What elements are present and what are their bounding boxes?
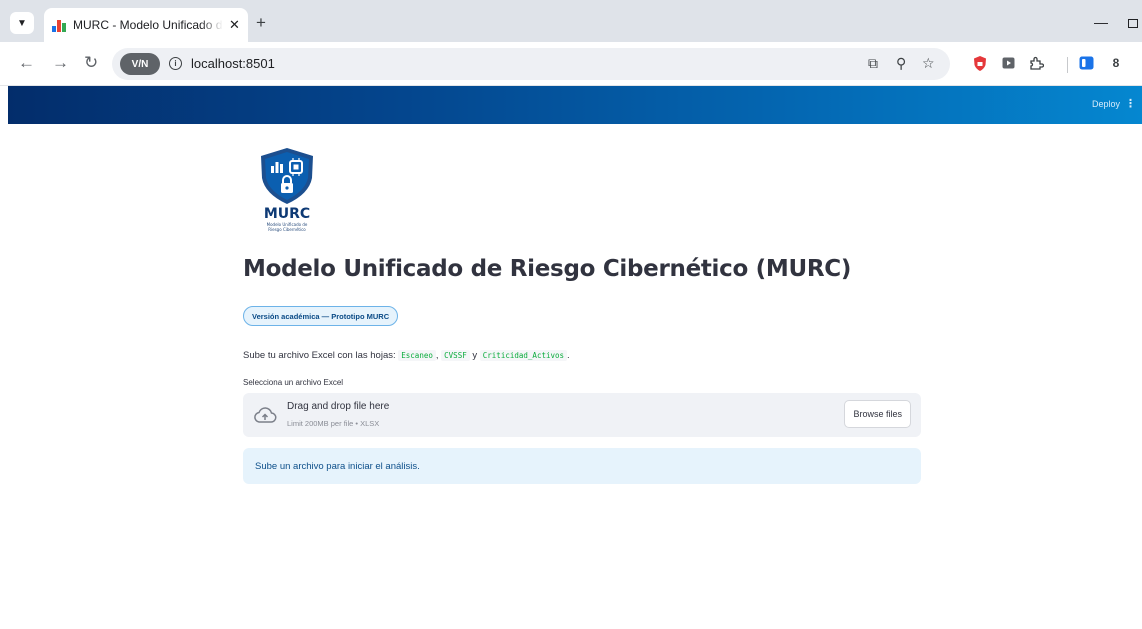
instructions-prefix: Sube tu archivo Excel con las hojas: [243, 350, 396, 361]
browser-tab-active[interactable]: MURC - Modelo Unificado de Riesgo Cibern… [44, 8, 248, 42]
deploy-button[interactable]: Deploy [1092, 99, 1120, 109]
toolbar-divider [1067, 57, 1068, 73]
file-uploader-label: Selecciona un archivo Excel [243, 378, 344, 387]
sheet-name-cvssf: CVSSF [441, 350, 470, 361]
file-dropzone[interactable]: Drag and drop file here Limit 200MB per … [243, 393, 921, 437]
extensions-puzzle-icon[interactable] [1028, 55, 1044, 71]
tab-title: MURC - Modelo Unificado de Riesgo Cibern… [73, 18, 223, 32]
reload-icon[interactable]: ↻ [84, 54, 98, 71]
sheet-name-criticidad: Criticidad_Activos [479, 350, 568, 361]
tab-close-icon[interactable]: ✕ [229, 17, 240, 33]
version-badge: Versión académica — Prototipo MURC [243, 306, 399, 326]
instructions-separator: , [435, 350, 439, 361]
murc-logo: MURC Modelo Unificado de Riesgo Cibernét… [255, 146, 319, 236]
new-tab-button[interactable]: + [256, 14, 266, 31]
page-title: Modelo Unificado de Riesgo Cibernético (… [243, 256, 852, 282]
instructions-suffix: . [567, 350, 570, 361]
back-arrow-icon[interactable]: ← [18, 54, 35, 71]
media-extension-icon[interactable] [1000, 55, 1016, 71]
browser-toolbar: ← → ↻ V/N i localhost:8501 ⧉ ⚲ ☆ 8 [0, 42, 1142, 86]
shield-lock-chip-logo-icon [261, 148, 313, 204]
upload-instructions: Sube tu archivo Excel con las hojas: Esc… [243, 350, 570, 361]
browse-files-button[interactable]: Browse files [844, 400, 911, 428]
cloud-upload-icon [254, 407, 277, 423]
info-alert: Sube un archivo para iniciar el análisis… [243, 448, 921, 484]
instructions-conjunction: y [472, 350, 478, 361]
logo-wordmark: MURC [264, 206, 310, 222]
forward-arrow-icon[interactable]: → [52, 54, 69, 71]
chevron-down-icon: ▼ [17, 17, 27, 29]
vpn-badge[interactable]: V/N [120, 53, 160, 75]
zoom-icon[interactable]: ⚲ [896, 55, 906, 72]
main-menu-icon[interactable]: ⋮ [1125, 97, 1136, 110]
bookmark-star-icon[interactable]: ☆ [922, 55, 935, 72]
sheet-name-escaneo: Escaneo [398, 350, 436, 361]
adblock-extension-icon[interactable] [972, 55, 988, 71]
url-text[interactable]: localhost:8501 [191, 56, 275, 71]
side-panel-icon[interactable] [1078, 55, 1094, 71]
share-icon[interactable]: ⧉ [868, 55, 878, 72]
dropzone-instructions: Drag and drop file here [287, 401, 390, 412]
tab-search-button[interactable]: ▼ [10, 12, 34, 34]
browser-tab-strip: ▼ MURC - Modelo Unificado de Riesgo Cibe… [0, 0, 1142, 42]
app-header: Deploy ⋮ [8, 86, 1142, 124]
streamlit-favicon-icon [52, 18, 66, 32]
address-bar[interactable]: V/N i localhost:8501 ⧉ ⚲ ☆ [112, 48, 950, 80]
window-minimize-button[interactable]: — [1094, 14, 1108, 30]
profile-avatar-icon[interactable]: 8 [1108, 55, 1124, 71]
window-restore-button[interactable] [1128, 19, 1138, 28]
logo-tagline-line2: Riesgo Cibernético [268, 227, 306, 232]
dropzone-limit: Limit 200MB per file • XLSX [287, 419, 380, 428]
site-info-icon[interactable]: i [169, 57, 182, 70]
